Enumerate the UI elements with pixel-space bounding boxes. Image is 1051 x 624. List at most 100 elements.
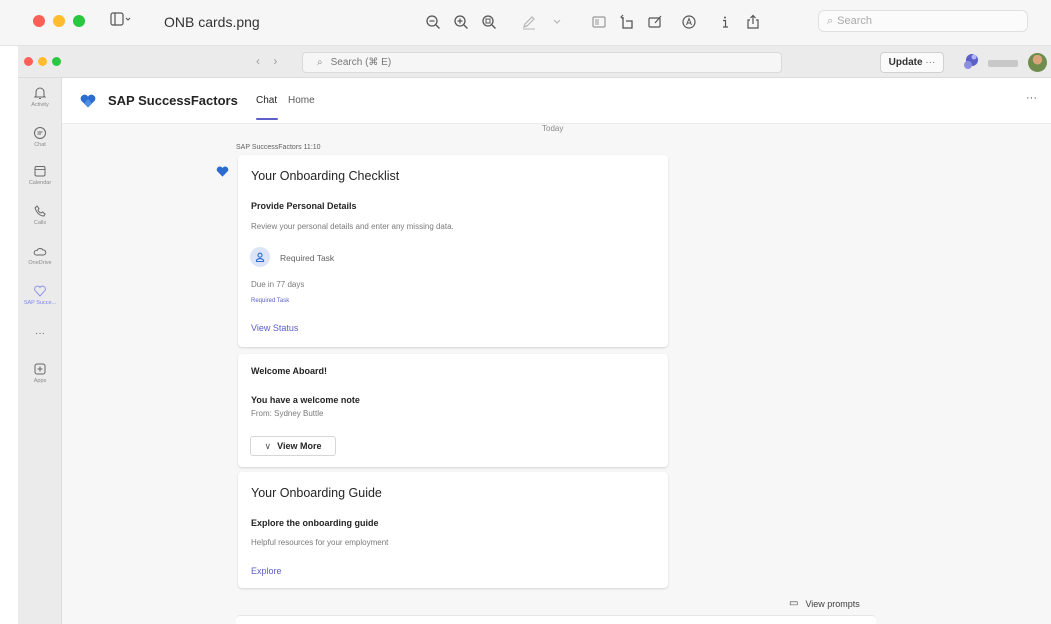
zoom-to-fit-button[interactable] bbox=[476, 11, 502, 33]
rail-item-more[interactable]: ··· bbox=[18, 328, 62, 339]
person-icon bbox=[255, 252, 265, 262]
card-description: Helpful resources for your employment bbox=[251, 538, 389, 547]
preview-toolbar bbox=[420, 10, 768, 34]
card-subtitle: Provide Personal Details bbox=[251, 201, 357, 211]
chat-area: Today SAP SuccessFactors 11:10 Your Onbo… bbox=[62, 124, 1051, 624]
chevron-down-icon bbox=[553, 19, 561, 24]
required-task-link[interactable]: Required Task bbox=[251, 298, 289, 304]
card-description: Review your personal details and enter a… bbox=[251, 222, 454, 231]
sap-successfactors-logo-icon bbox=[80, 94, 96, 108]
info-button[interactable] bbox=[712, 11, 738, 33]
share-button[interactable] bbox=[740, 11, 766, 33]
due-text: Due in 77 days bbox=[251, 280, 305, 289]
thumbnail-icon bbox=[592, 16, 606, 28]
app-more-button[interactable]: ··· bbox=[1026, 92, 1037, 104]
task-label: Required Task bbox=[280, 253, 335, 263]
chevron-down-icon: ∨ bbox=[264, 440, 272, 451]
update-label: Update bbox=[888, 57, 923, 68]
rail-label-chat: Chat bbox=[34, 142, 46, 148]
markup-menu-button[interactable] bbox=[544, 11, 570, 33]
compose-box[interactable] bbox=[236, 615, 876, 624]
rail-label-activity: Activity bbox=[31, 102, 49, 108]
close-window-button[interactable] bbox=[33, 15, 45, 27]
info-icon bbox=[723, 16, 728, 28]
bell-icon bbox=[33, 87, 47, 99]
card-title: Your Onboarding Guide bbox=[251, 486, 382, 500]
card-title: Welcome Aboard! bbox=[251, 366, 328, 376]
teams-zoom-button[interactable] bbox=[52, 57, 61, 66]
app-rail: Activity Chat Calendar Calls OneDrive SA… bbox=[18, 78, 62, 624]
rail-item-activity[interactable]: Activity bbox=[18, 86, 62, 108]
rail-label-calendar: Calendar bbox=[28, 180, 52, 186]
tab-chat[interactable]: Chat bbox=[256, 95, 277, 106]
search-icon: ⌕ bbox=[827, 14, 834, 27]
welcome-note-from: From: Sydney Buttle bbox=[251, 409, 324, 418]
markup-pen-button[interactable] bbox=[516, 11, 542, 33]
highlight-button[interactable] bbox=[676, 11, 702, 33]
zoom-out-icon bbox=[426, 15, 440, 29]
teams-titlebar: ‹ › ⌕ Search (⌘ E) Update ··· bbox=[18, 46, 1051, 78]
view-status-link[interactable]: View Status bbox=[251, 323, 298, 333]
zoom-out-button[interactable] bbox=[420, 11, 446, 33]
rail-item-apps[interactable]: Apps bbox=[18, 362, 62, 384]
rail-item-sap-successfactors[interactable]: SAP Succe... bbox=[18, 284, 62, 306]
sap-heart-icon bbox=[34, 285, 46, 297]
share-icon bbox=[747, 14, 759, 29]
search-icon: ⌕ bbox=[317, 57, 323, 68]
rail-label-apps: Apps bbox=[33, 378, 47, 384]
rail-label-onedrive: OneDrive bbox=[28, 260, 52, 266]
active-tab-indicator bbox=[256, 118, 278, 120]
teams-minimize-button[interactable] bbox=[38, 57, 47, 66]
chat-icon bbox=[34, 127, 46, 139]
zoom-window-button[interactable] bbox=[73, 15, 85, 27]
task-icon bbox=[250, 247, 270, 267]
highlight-icon bbox=[682, 15, 696, 29]
window-title: ONB cards.png bbox=[164, 14, 260, 30]
preview-search-field[interactable]: ⌕ Search bbox=[818, 10, 1028, 32]
prompts-icon: ▭ bbox=[789, 598, 799, 609]
rail-item-chat[interactable]: Chat bbox=[18, 126, 62, 148]
preview-titlebar: ONB cards.png ⌕ Search bbox=[0, 0, 1051, 46]
sidebar-icon bbox=[110, 12, 131, 26]
teams-close-button[interactable] bbox=[24, 57, 33, 66]
history-nav: ‹ › bbox=[256, 54, 277, 68]
markup-button[interactable] bbox=[642, 11, 668, 33]
view-prompts-button[interactable]: ▭ View prompts bbox=[789, 598, 860, 609]
avatar[interactable] bbox=[1028, 53, 1047, 72]
onboarding-checklist-card: Your Onboarding Checklist Provide Person… bbox=[238, 155, 668, 347]
view-prompts-label: View prompts bbox=[805, 598, 860, 609]
sidebar-toggle-button[interactable] bbox=[110, 12, 132, 29]
thumbnail-button[interactable] bbox=[586, 11, 612, 33]
phone-icon bbox=[34, 205, 46, 217]
card-subtitle: You have a welcome note bbox=[251, 395, 360, 405]
back-button[interactable]: ‹ bbox=[256, 54, 260, 68]
update-button[interactable]: Update ··· bbox=[880, 52, 944, 73]
zoom-to-fit-icon bbox=[482, 15, 496, 29]
app-name: SAP SuccessFactors bbox=[108, 93, 238, 108]
teams-search-placeholder: Search (⌘ E) bbox=[330, 57, 392, 68]
rail-item-calls[interactable]: Calls bbox=[18, 204, 62, 226]
copilot-icon[interactable] bbox=[962, 53, 980, 71]
markup-icon bbox=[648, 15, 662, 28]
tab-home[interactable]: Home bbox=[288, 95, 315, 106]
forward-button[interactable]: › bbox=[273, 54, 277, 68]
explore-link[interactable]: Explore bbox=[251, 566, 282, 576]
rail-item-calendar[interactable]: Calendar bbox=[18, 164, 62, 186]
view-more-label: View More bbox=[277, 441, 322, 451]
rail-item-onedrive[interactable]: OneDrive bbox=[18, 244, 62, 266]
rotate-button[interactable] bbox=[614, 11, 640, 33]
app-header: SAP SuccessFactors Chat Home ··· bbox=[62, 78, 1051, 124]
date-divider: Today bbox=[542, 124, 564, 133]
teams-search-input[interactable]: ⌕ Search (⌘ E) bbox=[302, 52, 782, 73]
minimize-window-button[interactable] bbox=[53, 15, 65, 27]
cloud-icon bbox=[33, 248, 47, 256]
calendar-icon bbox=[34, 166, 46, 177]
preview-search-placeholder: Search bbox=[837, 15, 873, 27]
view-more-button[interactable]: ∨ View More bbox=[250, 436, 336, 456]
rail-label-calls: Calls bbox=[33, 220, 47, 226]
update-more: ··· bbox=[925, 57, 936, 68]
zoom-in-button[interactable] bbox=[448, 11, 474, 33]
rail-label-sap: SAP Succe... bbox=[23, 300, 57, 306]
message-sender-meta: SAP SuccessFactors 11:10 bbox=[236, 144, 321, 151]
profile-name-redacted bbox=[988, 60, 1018, 67]
